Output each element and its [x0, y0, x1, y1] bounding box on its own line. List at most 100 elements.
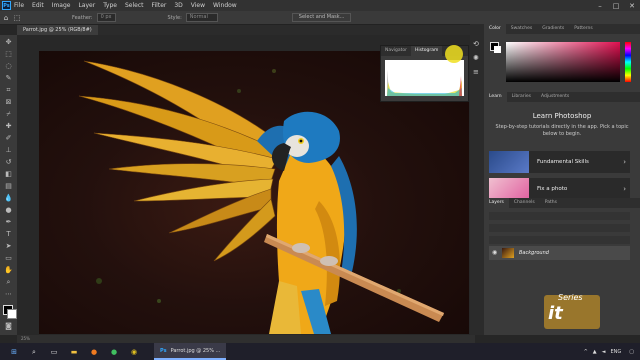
blur-tool-icon[interactable]: 💧	[4, 194, 13, 203]
menu-window[interactable]: Window	[213, 2, 237, 9]
status-bar: 25%	[17, 335, 475, 343]
menu-view[interactable]: View	[191, 2, 205, 9]
volume-icon[interactable]: ◄	[602, 349, 606, 355]
layer-filter-row[interactable]	[489, 212, 630, 220]
task-view-icon[interactable]: ▭	[48, 346, 60, 358]
select-and-mask-button[interactable]: Select and Mask...	[291, 13, 352, 22]
tab-layers[interactable]: Layers	[484, 198, 509, 208]
menu-type[interactable]: Type	[103, 2, 117, 9]
move-tool-icon[interactable]: ✥	[4, 38, 13, 47]
tab-libraries[interactable]: Libraries	[507, 92, 536, 102]
tab-learn[interactable]: Learn	[484, 92, 507, 102]
color-picker-swatches[interactable]	[490, 42, 501, 53]
eraser-tool-icon[interactable]: ◧	[4, 170, 13, 179]
minimize-icon[interactable]: –	[592, 2, 608, 10]
taskbar-photoshop-app[interactable]: Ps Parrot.jpg @ 25% ...	[154, 343, 227, 360]
photoshop-logo-icon: Ps	[2, 1, 11, 10]
tab-swatches[interactable]: Swatches	[506, 24, 538, 34]
canvas-area[interactable]: Navigator Histogram	[17, 35, 475, 335]
menu-file[interactable]: File	[14, 2, 24, 9]
dodge-tool-icon[interactable]: ●	[4, 206, 13, 215]
learn-card-fix-photo[interactable]: Fix a photo ›	[489, 178, 630, 200]
zoom-tool-icon[interactable]: ⌕	[4, 278, 13, 287]
layer-background[interactable]: ◉ Background	[489, 246, 630, 260]
frame-tool-icon[interactable]: ⊠	[4, 98, 13, 107]
tab-color[interactable]: Color	[484, 24, 506, 34]
marquee-tool-icon[interactable]: ⬚	[12, 14, 22, 22]
type-tool-icon[interactable]: T	[4, 230, 13, 239]
tab-histogram[interactable]: Histogram	[411, 46, 443, 56]
blend-mode-row[interactable]	[489, 224, 630, 232]
shape-tool-icon[interactable]: ▭	[4, 254, 13, 263]
system-tray: ^ ▲ ◄ ENG ▢	[584, 349, 634, 355]
more-tools-icon[interactable]: ⋯	[4, 290, 13, 299]
hue-slider[interactable]	[625, 42, 631, 82]
network-icon[interactable]: ▲	[593, 349, 597, 355]
search-icon[interactable]: ⌕	[28, 346, 40, 358]
chevron-right-icon: ›	[623, 158, 626, 166]
quick-mask-icon[interactable]: ◙	[4, 322, 13, 331]
tab-channels[interactable]: Channels	[509, 198, 540, 208]
layer-thumbnail	[502, 248, 514, 258]
lock-row[interactable]	[489, 236, 630, 244]
chevron-up-icon[interactable]: ^	[584, 349, 588, 355]
layers-panel-tabs: Layers Channels Paths	[484, 198, 640, 208]
color-swatches-icon[interactable]	[3, 305, 17, 319]
notification-icon[interactable]: ▢	[629, 349, 634, 355]
style-select[interactable]: Normal	[185, 13, 218, 22]
gradient-tool-icon[interactable]: ▤	[4, 182, 13, 191]
maximize-icon[interactable]: □	[608, 2, 624, 10]
close-icon[interactable]: ✕	[624, 2, 640, 10]
tab-navigator[interactable]: Navigator	[381, 46, 411, 56]
eye-icon[interactable]: ◉	[492, 246, 497, 260]
document-tab[interactable]: Parrot.jpg @ 25% (RGB/8#)	[17, 25, 98, 35]
menu-3d[interactable]: 3D	[174, 2, 182, 9]
card-thumbnail	[489, 151, 529, 173]
home-icon[interactable]: ⌂	[0, 14, 12, 22]
windows-start-icon[interactable]: ⊞	[8, 346, 20, 358]
learn-card-fundamental[interactable]: Fundamental Skills ›	[489, 151, 630, 173]
app-green-icon[interactable]: ●	[108, 346, 120, 358]
color-field[interactable]	[506, 42, 620, 82]
tab-paths[interactable]: Paths	[540, 198, 562, 208]
windows-taskbar: ⊞ ⌕ ▭ ▬ ● ● ◉ Ps Parrot.jpg @ 25% ... ^ …	[0, 343, 640, 360]
learn-title: Learn Photoshop	[532, 112, 592, 120]
adjust-icon[interactable]: ≡	[473, 68, 479, 76]
feather-input[interactable]: 0 px	[96, 13, 116, 22]
eyedropper-tool-icon[interactable]: ⌿	[4, 110, 13, 119]
language-indicator[interactable]: ENG	[610, 349, 621, 355]
menu-layer[interactable]: Layer	[78, 2, 95, 9]
lasso-tool-icon[interactable]: ◌	[4, 62, 13, 71]
tab-patterns[interactable]: Patterns	[569, 24, 598, 34]
hand-tool-icon[interactable]: ✋	[4, 266, 13, 275]
tab-gradients[interactable]: Gradients	[537, 24, 569, 34]
tab-adjustments[interactable]: Adjustments	[536, 92, 574, 102]
layer-name: Background	[519, 250, 549, 256]
healing-brush-icon[interactable]: ✚	[4, 122, 13, 131]
menu-bar: Ps File Edit Image Layer Type Select Fil…	[0, 0, 640, 11]
card-thumbnail	[489, 178, 529, 200]
menu-image[interactable]: Image	[52, 2, 71, 9]
clone-stamp-icon[interactable]: ⊥	[4, 146, 13, 155]
history-icon[interactable]: ⟲	[473, 40, 479, 48]
zoom-level[interactable]: 25%	[21, 336, 30, 341]
right-panel: Color Swatches Gradients Patterns Learn …	[484, 24, 640, 335]
firefox-icon[interactable]: ●	[88, 346, 100, 358]
pen-tool-icon[interactable]: ✒	[4, 218, 13, 227]
brightness-icon[interactable]: ✺	[473, 54, 479, 62]
file-explorer-icon[interactable]: ▬	[68, 346, 80, 358]
menu-edit[interactable]: Edit	[32, 2, 44, 9]
learn-description: Step-by-step tutorials directly in the a…	[495, 124, 629, 137]
path-select-icon[interactable]: ➤	[4, 242, 13, 251]
window-controls: – □ ✕	[592, 2, 640, 10]
history-brush-icon[interactable]: ↺	[4, 158, 13, 167]
marquee-tool-icon[interactable]: ⬚	[4, 50, 13, 59]
crop-tool-icon[interactable]: ⌗	[4, 86, 13, 95]
brush-tool-icon[interactable]: ✐	[4, 134, 13, 143]
card-label: Fix a photo	[537, 186, 568, 192]
menu-select[interactable]: Select	[125, 2, 144, 9]
chrome-icon[interactable]: ◉	[128, 346, 140, 358]
menu-filter[interactable]: Filter	[152, 2, 167, 9]
quick-select-tool-icon[interactable]: ✎	[4, 74, 13, 83]
photoshop-icon: Ps	[160, 347, 167, 354]
